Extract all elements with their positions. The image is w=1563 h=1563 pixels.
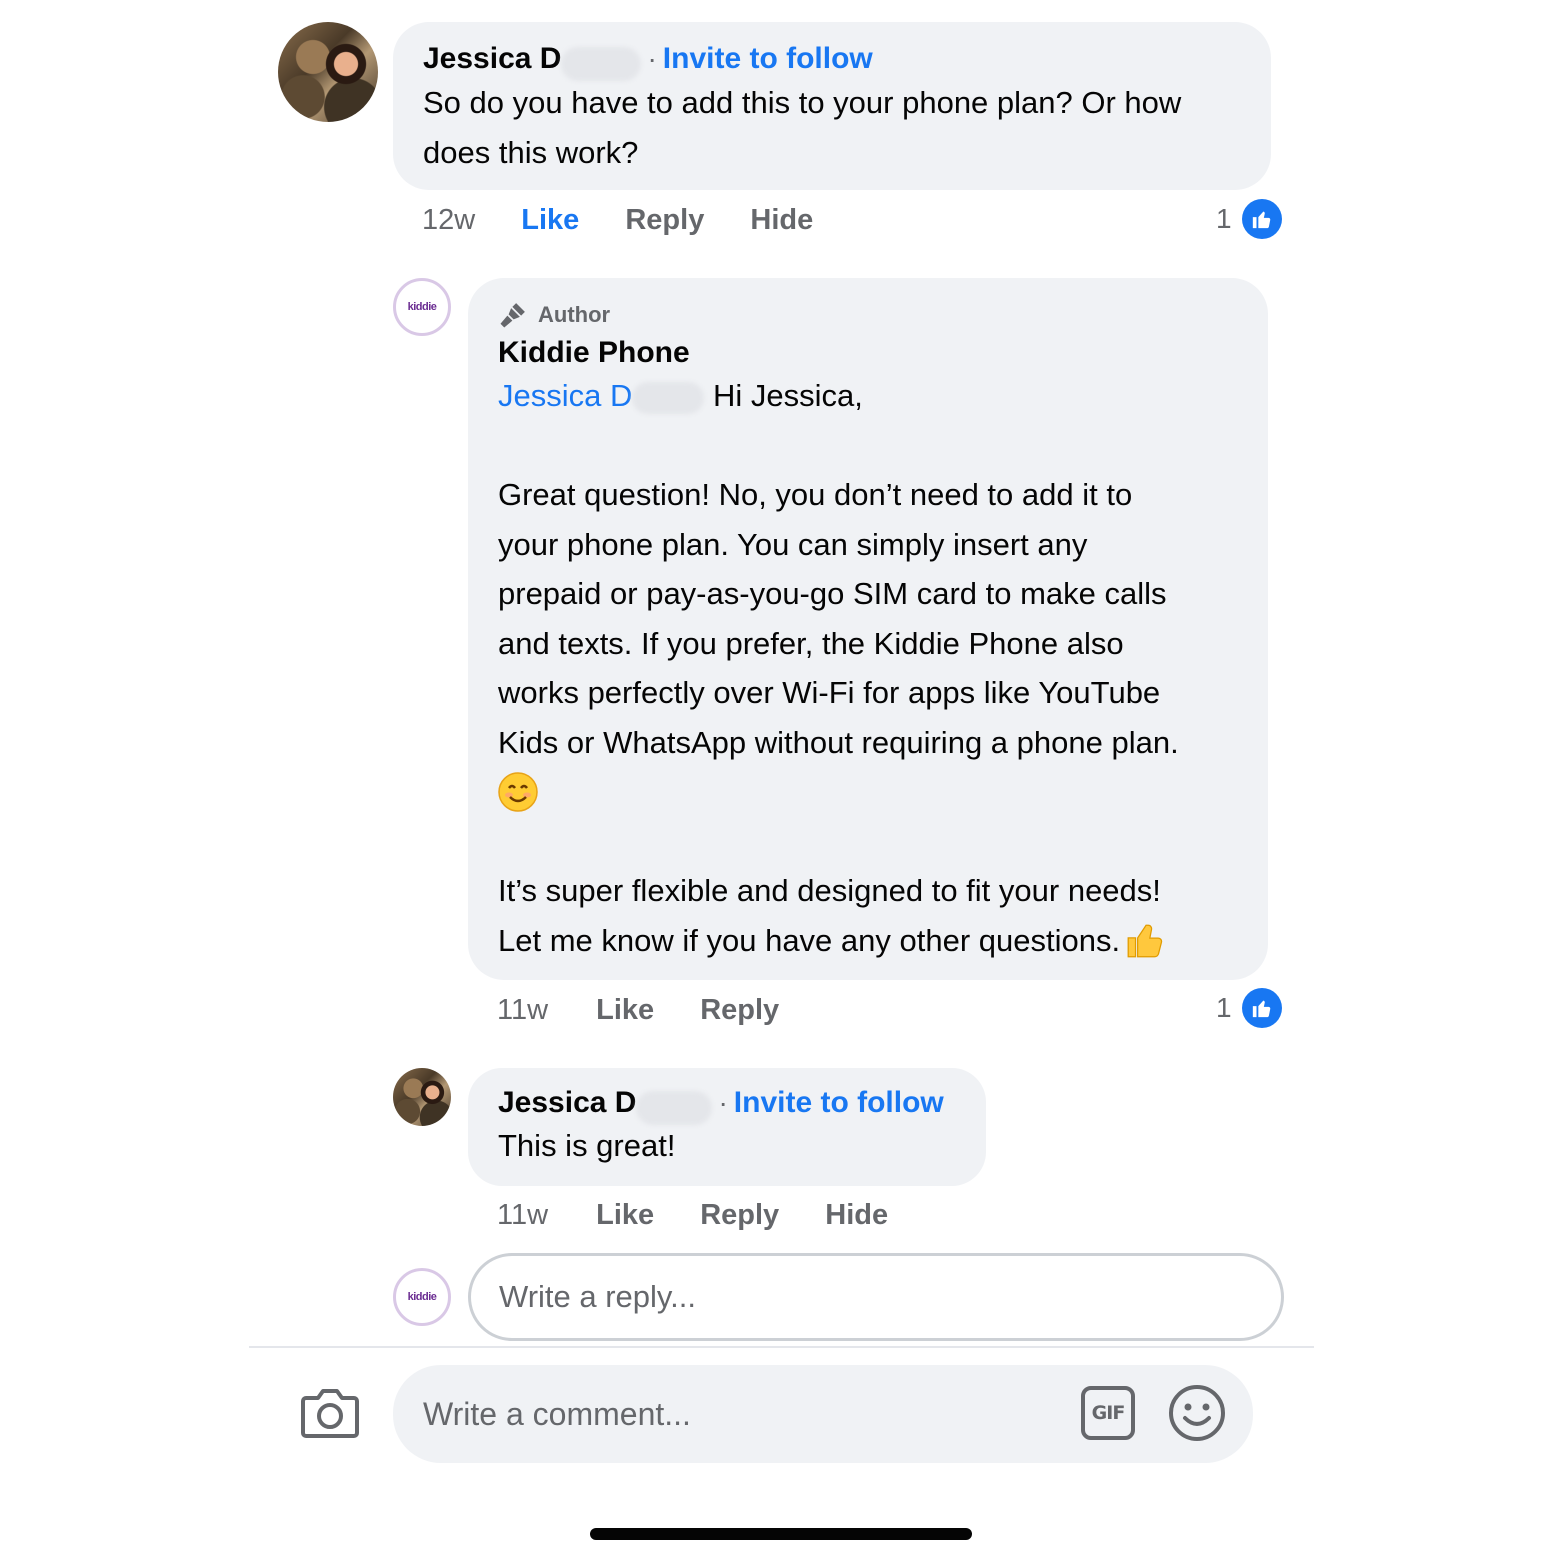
avatar-jessica[interactable] (278, 22, 378, 122)
mention-redaction (632, 381, 705, 414)
smile-emoji (498, 767, 1258, 817)
reply-actions: 11w Like Reply Hide (497, 1199, 888, 1232)
comment-header: Jessica D · Invite to follow (423, 42, 873, 81)
hide-button[interactable]: Hide (825, 1199, 888, 1231)
comment-timestamp: 12w (422, 204, 476, 236)
reply-text-line: and texts. If you prefer, the Kiddie Pho… (498, 625, 1124, 661)
author-badge: Author (498, 300, 610, 330)
name-redaction (636, 1090, 713, 1125)
reply-input-placeholder: Write a reply... (499, 1279, 696, 1314)
like-count: 1 (1216, 992, 1232, 1023)
thumbs-up-emoji-icon (1127, 924, 1163, 958)
kiddie-logo: kiddie (407, 1291, 437, 1303)
reply-button[interactable]: Reply (700, 994, 779, 1026)
separator-dot: · (718, 1087, 728, 1118)
home-indicator (590, 1528, 972, 1540)
reply-text-line: your phone plan. You can simply insert a… (498, 526, 1088, 562)
kiddie-logo: kiddie (407, 301, 437, 313)
like-button[interactable]: Like (596, 994, 654, 1026)
reply-text-line: works perfectly over Wi-Fi for apps like… (498, 675, 1161, 710)
greeting-text: Hi Jessica, (713, 378, 863, 413)
reply-paragraph-1: Great question! No, you don’t need to ad… (498, 470, 1258, 767)
comment-text-line: does this work? (423, 134, 639, 170)
commenter-name[interactable]: Jessica D (423, 42, 561, 75)
emoji-icon[interactable] (1168, 1384, 1226, 1442)
reply-text: Jessica D Hi Jessica, Great question! No… (498, 371, 1258, 965)
reply-first-line: Jessica D Hi Jessica, (498, 371, 1258, 421)
gif-button[interactable]: GIF (1081, 1386, 1135, 1440)
reply-timestamp: 11w (497, 1199, 549, 1231)
comment-bubble: Jessica D · Invite to follow So do you hav… (393, 22, 1271, 190)
reply-text-line: prepaid or pay-as-you-go SIM card to mak… (498, 576, 1167, 611)
mention-link[interactable]: Jessica D (498, 378, 632, 413)
smiling-face-icon (498, 772, 538, 812)
comment-input-placeholder: Write a comment... (423, 1395, 691, 1432)
hide-button[interactable]: Hide (750, 204, 813, 236)
reply-button[interactable]: Reply (700, 1199, 779, 1231)
reply-input[interactable]: Write a reply... (468, 1253, 1284, 1341)
invite-to-follow-link[interactable]: Invite to follow (663, 42, 873, 75)
avatar-kiddie-phone[interactable]: kiddie (393, 278, 451, 336)
avatar-jessica[interactable] (393, 1068, 451, 1126)
comment-text-line: So do you have to add this to your phone… (423, 85, 1182, 120)
reaction-summary[interactable]: 1 (1216, 988, 1282, 1028)
like-button[interactable]: Like (596, 1199, 654, 1231)
separator-dot: · (647, 43, 657, 74)
comment-text: So do you have to add this to your phone… (423, 78, 1181, 177)
like-button[interactable]: Like (521, 204, 579, 236)
reply-text-line: Kids or WhatsApp without requiring a pho… (498, 724, 1179, 760)
gif-icon: GIF (1091, 1402, 1126, 1424)
reply-last-line: Let me know if you have any other questi… (498, 916, 1258, 966)
reaction-summary[interactable]: 1 (1216, 199, 1282, 239)
author-name[interactable]: Kiddie Phone (498, 336, 690, 370)
like-count: 1 (1216, 203, 1232, 234)
reply-button[interactable]: Reply (625, 204, 704, 236)
reply-timestamp: 11w (497, 994, 549, 1026)
thumbs-up-icon (1241, 988, 1282, 1028)
reply-header: Jessica D · Invite to follow (498, 1086, 944, 1125)
reply-bubble: Jessica D · Invite to follow This is great… (468, 1068, 986, 1186)
reply-text: This is great! (498, 1128, 676, 1163)
reply-text-line: Great question! No, you don’t need to ad… (498, 477, 1133, 512)
reply-text-line: It’s super flexible and designed to fit … (498, 873, 1161, 908)
author-badge-label: Author (538, 302, 611, 327)
name-redaction (561, 46, 642, 81)
thumbs-up-icon (1241, 199, 1282, 239)
invite-to-follow-link[interactable]: Invite to follow (734, 1086, 944, 1119)
reply-paragraph-2: It’s super flexible and designed to fit … (498, 866, 1258, 965)
camera-icon[interactable] (300, 1384, 360, 1442)
commenter-name[interactable]: Jessica D (498, 1086, 636, 1119)
avatar-kiddie-phone: kiddie (393, 1268, 451, 1326)
microphone-icon (500, 303, 525, 328)
reply-actions: 11w Like Reply (497, 994, 779, 1027)
reply-text-line: Let me know if you have any other questi… (498, 922, 1121, 958)
divider (249, 1346, 1314, 1348)
reply-bubble-author: Author Kiddie Phone Jessica D Hi Jessica… (468, 278, 1268, 980)
comment-actions: 12w Like Reply Hide (422, 204, 813, 237)
